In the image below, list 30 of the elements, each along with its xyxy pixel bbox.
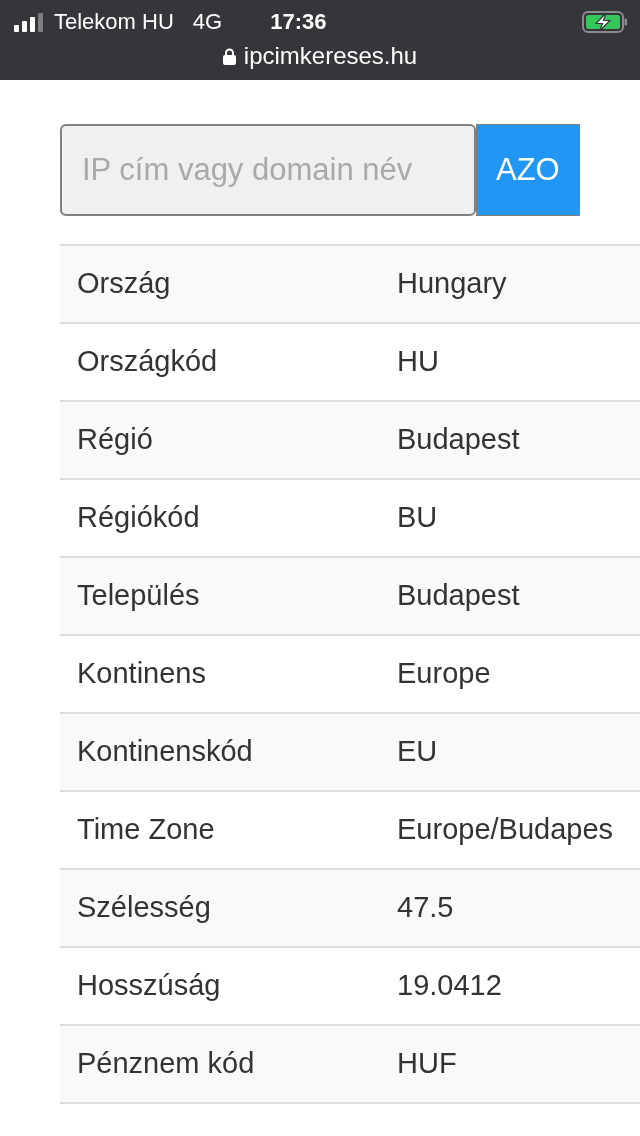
table-cell-text: Hosszúság [76, 968, 222, 1004]
table-cell-text: Kontinenskód [76, 734, 254, 770]
table-cell-text: 19.0412 [396, 968, 502, 1004]
table-cell-text: Szélesség [76, 890, 212, 926]
table-cell-text: Régiókód [76, 500, 201, 536]
lock-icon [222, 47, 236, 65]
table-cell-text: Time Zone [76, 812, 216, 848]
table-cell-text: Ország [76, 266, 172, 302]
table-cell-text: 47.5 [396, 890, 454, 926]
table-cell-text: BU [396, 500, 438, 536]
table-cell-text: Kontinens [76, 656, 207, 692]
signal-icon [14, 12, 46, 32]
search-field[interactable]: IP cím vagy domain név [60, 124, 476, 216]
battery-charging-icon [582, 11, 628, 33]
table-cell-text: Europe [396, 656, 491, 692]
table-cell-text: EU [396, 734, 438, 770]
table-cell-text: Budapest [396, 422, 520, 458]
carrier-name: Telekom HU [54, 11, 174, 33]
table-cell-text: Régió [76, 422, 154, 458]
clock-time: 17:36 [270, 11, 327, 33]
table-cell-text: Europe/Budapes [396, 812, 614, 848]
network-type: 4G [192, 11, 223, 33]
url-text[interactable]: ipcimkereses.hu [243, 44, 418, 68]
table-cell-text: HU [396, 344, 439, 380]
table-cell-text: HUF [396, 1046, 457, 1082]
table-cell-text: Település [76, 578, 201, 614]
table-cell-text: Budapest [396, 578, 520, 614]
table-cell-text: Hungary [396, 266, 507, 302]
table-cell-text: Országkód [76, 344, 219, 380]
table-cell-text: Pénznem kód [76, 1046, 256, 1082]
